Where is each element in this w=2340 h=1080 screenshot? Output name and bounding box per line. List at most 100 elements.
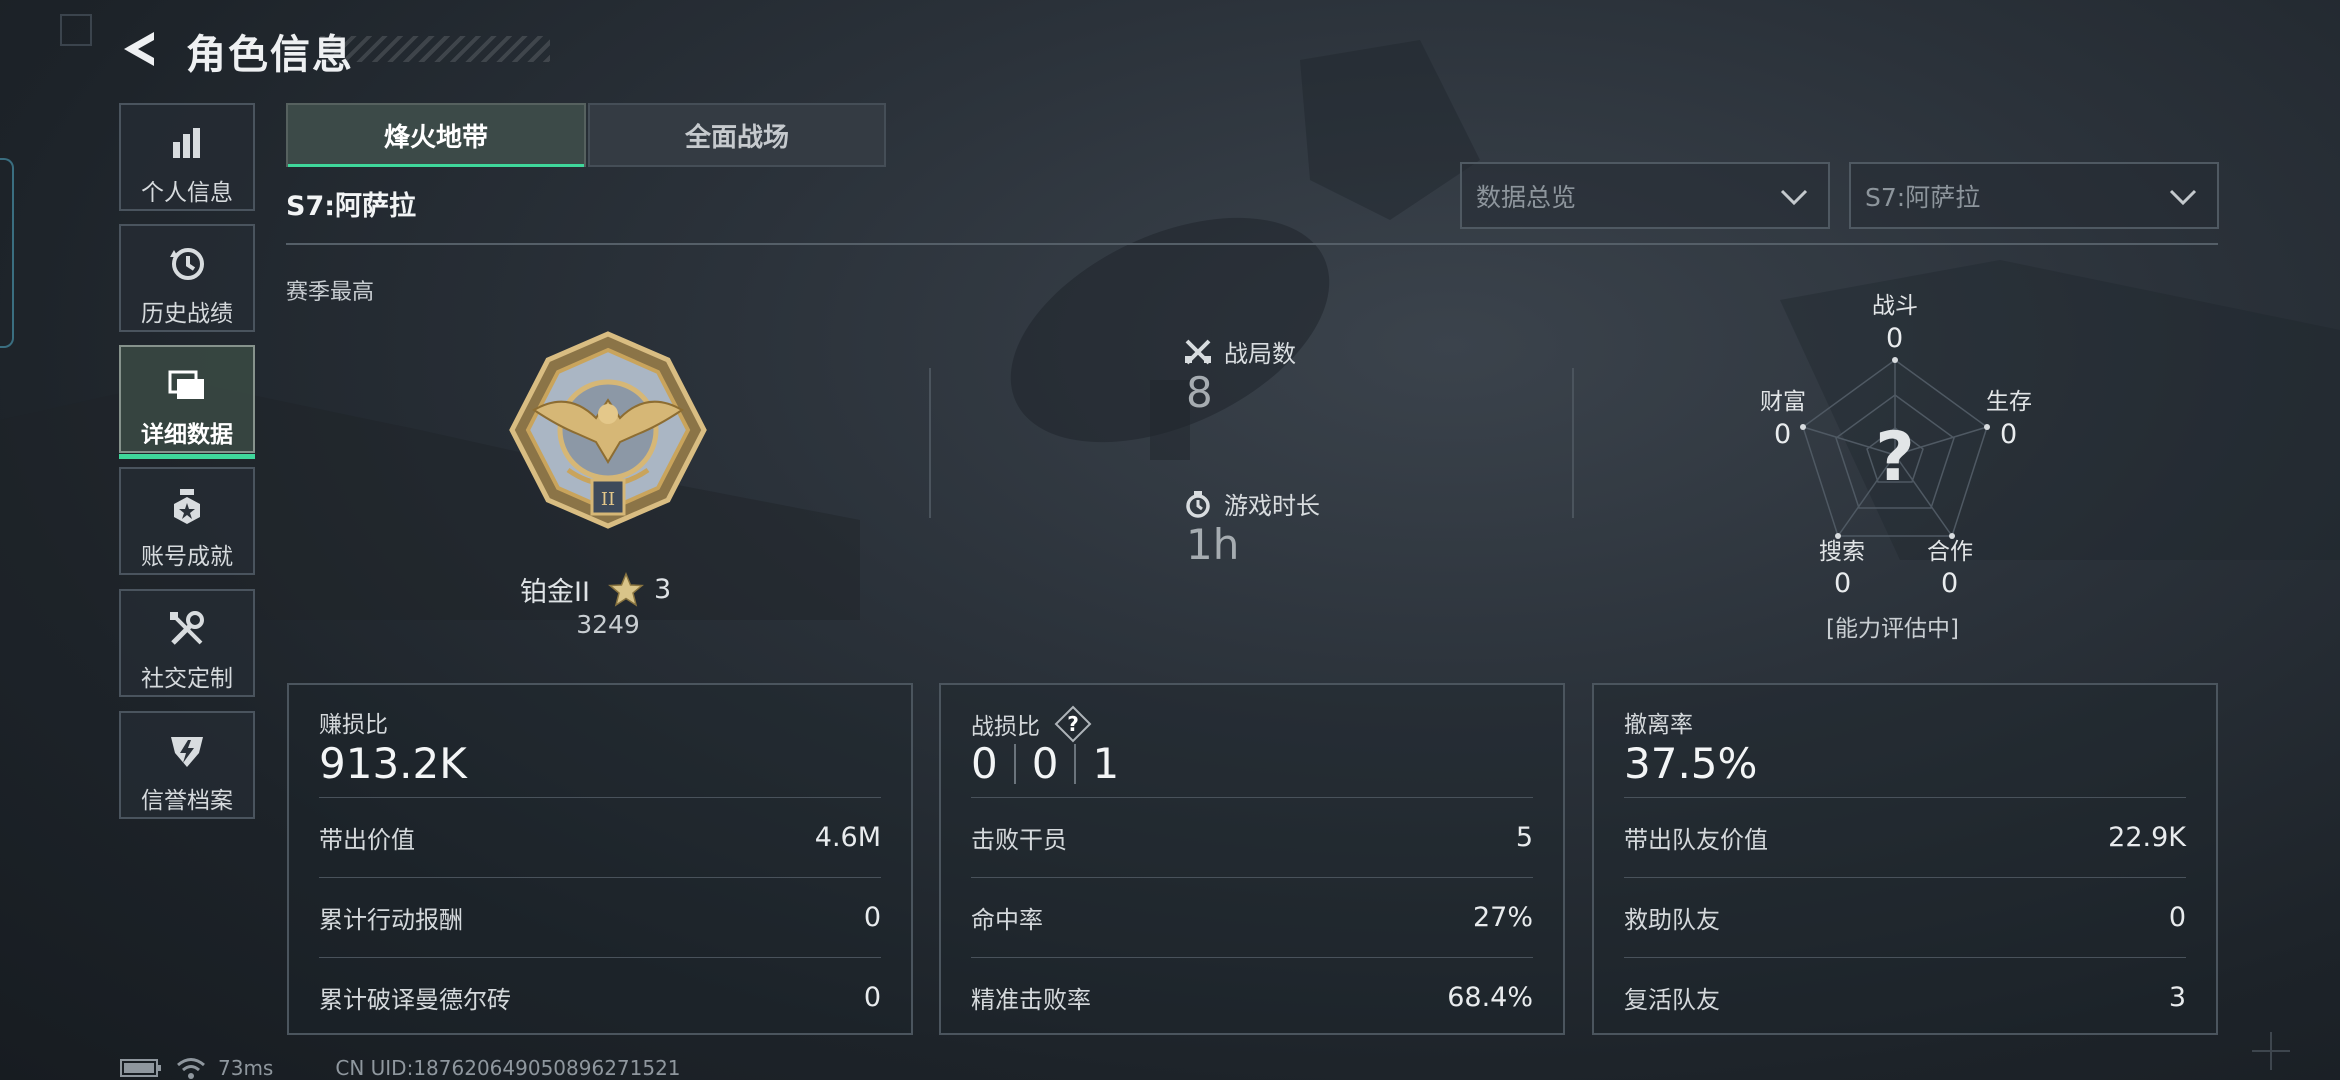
season-best-label: 赛季最高	[286, 280, 375, 305]
row-label: 命中率	[971, 905, 1043, 934]
playtime-label: 游戏时长	[1224, 492, 1320, 520]
chevron-down-icon	[2169, 189, 2197, 206]
side-edge-handle	[0, 158, 14, 348]
combat-panel: 战损比 ? 0 0 1 击败干员 5 命中率 27% 精准击败率 68.4%	[939, 683, 1565, 1035]
chevron-down-icon	[1780, 189, 1808, 206]
wifi-icon	[177, 1058, 205, 1079]
kd-ratio-row: 0 0 1	[971, 739, 1119, 788]
list-item: 带出价值 4.6M	[319, 797, 881, 877]
row-value: 0	[2168, 901, 2186, 933]
sidebar-item-achievements[interactable]: 账号成就	[119, 467, 255, 575]
row-value: 68.4%	[1447, 981, 1533, 1013]
list-item: 救助队友 0	[1624, 877, 2186, 957]
profit-ratio-value: 913.2K	[319, 739, 467, 788]
sidebar-item-reputation[interactable]: 信誉档案	[119, 711, 255, 819]
extract-rate-value: 37.5%	[1624, 739, 1758, 788]
row-value: 3	[2168, 981, 2186, 1013]
radar-axis-label: 合作	[1927, 539, 1973, 565]
list-item: 命中率 27%	[971, 877, 1533, 957]
list-item: 复活队友 3	[1624, 957, 2186, 1037]
row-value: 27%	[1472, 901, 1533, 933]
radar-axis-value: 0	[1774, 419, 1792, 450]
row-value: 22.9K	[2108, 821, 2186, 853]
page-title: 角色信息	[186, 32, 354, 78]
list-item: 带出队友价值 22.9K	[1624, 797, 2186, 877]
shield-bolt-icon	[167, 731, 207, 771]
help-icon[interactable]: ?	[1054, 705, 1092, 743]
dropdown-value: S7:阿萨拉	[1865, 182, 1981, 212]
sidebar-item-label: 个人信息	[141, 180, 233, 206]
radar-axis-value: 0	[2000, 419, 2018, 450]
list-item: 累计行动报酬 0	[319, 877, 881, 957]
vertical-divider	[1572, 368, 1574, 518]
tab-fire-zone[interactable]: 烽火地带	[286, 103, 586, 167]
data-type-dropdown[interactable]: 数据总览	[1460, 162, 1830, 229]
tab-full-battlefield[interactable]: 全面战场	[588, 103, 886, 167]
row-label: 击败干员	[971, 825, 1067, 854]
ability-radar-chart: ?	[1800, 357, 1990, 539]
badge-numeral: II	[601, 489, 615, 510]
radar-axis-value: 0	[1834, 568, 1852, 599]
sidebar-item-label: 社交定制	[141, 666, 233, 692]
sidebar-item-label: 详细数据	[141, 422, 233, 448]
sidebar-item-label: 信誉档案	[141, 788, 233, 814]
season-title: S7:阿萨拉	[286, 191, 417, 222]
plus-icon	[2252, 1032, 2290, 1070]
folders-icon	[167, 365, 207, 405]
list-item: 击败干员 5	[971, 797, 1533, 877]
row-value: 0	[863, 901, 881, 933]
list-item: 累计破译曼德尔砖 0	[319, 957, 881, 1037]
row-label: 累计破译曼德尔砖	[319, 985, 511, 1014]
row-value: 0	[863, 981, 881, 1013]
radar-center-symbol: ?	[1875, 418, 1914, 497]
season-dropdown[interactable]: S7:阿萨拉	[1849, 162, 2219, 229]
row-label: 精准击败率	[971, 985, 1091, 1014]
radar-axis-label: 战斗	[1872, 293, 1918, 319]
kd-value: 0	[971, 739, 998, 788]
crossed-swords-icon	[1185, 339, 1211, 364]
radar-axis-label: 搜索	[1819, 539, 1865, 565]
star-icon	[607, 571, 644, 607]
status-bar: 73ms CN UID:187620649050896271521	[120, 1056, 681, 1080]
row-label: 救助队友	[1624, 905, 1720, 934]
stopwatch-icon	[1186, 490, 1210, 518]
profit-panel: 赚损比 913.2K 带出价值 4.6M 累计行动报酬 0 累计破译曼德尔砖 0	[287, 683, 913, 1035]
title-decoration	[320, 36, 550, 62]
svg-text:?: ?	[1067, 712, 1079, 736]
panel-title: 撤离率	[1624, 712, 1693, 738]
radar-axis-value: 0	[1941, 568, 1959, 599]
panel-title-row: 战损比 ?	[971, 705, 1092, 743]
row-label: 带出价值	[319, 825, 415, 854]
sidebar-item-detailed-data[interactable]: 详细数据	[119, 345, 255, 459]
back-arrow-icon[interactable]	[118, 28, 160, 70]
panel-title: 赚损比	[319, 712, 388, 738]
radar-axis-label: 生存	[1986, 389, 2032, 415]
rank-name: 铂金II	[520, 577, 590, 608]
dropdown-value: 数据总览	[1476, 182, 1577, 212]
rank-name-row: 铂金II 3	[520, 570, 671, 609]
rank-stars: 3	[653, 574, 672, 605]
sidebar-item-personal-info[interactable]: 个人信息	[119, 103, 255, 211]
row-label: 累计行动报酬	[319, 905, 463, 934]
battery-icon	[120, 1059, 161, 1077]
medal-icon	[167, 487, 207, 527]
kd-value: 0	[1031, 739, 1059, 788]
ping-value: 73ms	[218, 1056, 274, 1080]
corner-frame	[60, 14, 92, 46]
rank-score: 3249	[576, 610, 640, 639]
history-clock-icon	[167, 244, 207, 284]
rank-badge-icon: II	[509, 331, 707, 529]
sidebar-item-history[interactable]: 历史战绩	[119, 224, 255, 332]
sidebar-item-label: 账号成就	[141, 544, 233, 570]
row-value: 4.6M	[814, 821, 881, 853]
radar-axis-label: 财富	[1760, 389, 1806, 415]
section-divider	[286, 243, 2218, 245]
player-uid: CN UID:187620649050896271521	[335, 1056, 681, 1080]
sidebar-item-social[interactable]: 社交定制	[119, 589, 255, 697]
row-label: 带出队友价值	[1624, 825, 1768, 854]
matches-label: 战局数	[1224, 340, 1296, 368]
panel-title: 战损比	[971, 714, 1040, 740]
kd-separator	[1074, 743, 1077, 784]
matches-value: 8	[1186, 368, 1213, 417]
playtime-label-row: 游戏时长	[1184, 486, 1320, 521]
